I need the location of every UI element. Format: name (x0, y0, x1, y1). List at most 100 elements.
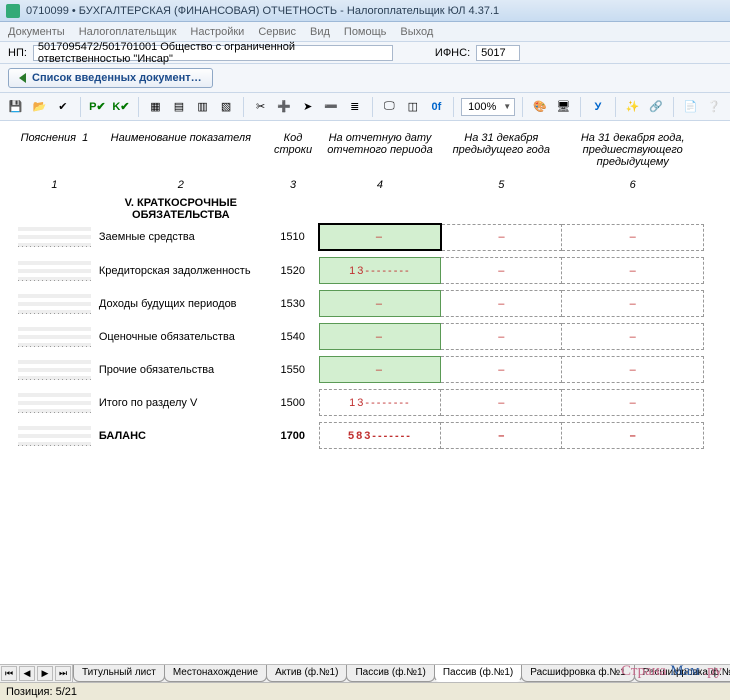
explanation-cell[interactable] (18, 426, 91, 446)
sheet-tab[interactable]: Актив (ф.№1) (266, 665, 347, 682)
table-row: Заемные средства1510––– (14, 224, 704, 250)
h-current: На отчетную дату отчетного периода (319, 130, 440, 176)
menu-exit[interactable]: Выход (400, 26, 433, 38)
plus-icon[interactable]: ➕ (274, 97, 294, 117)
u-icon[interactable]: У (588, 97, 608, 117)
h-prev: На 31 декабря предыдущего года (441, 130, 562, 176)
value-prev[interactable]: – (441, 390, 562, 416)
screen-icon[interactable]: 🖵 (380, 97, 400, 117)
value-prev[interactable]: – (441, 357, 562, 383)
value-prev[interactable]: – (441, 224, 562, 250)
indicator-name: Итого по разделу V (95, 390, 267, 416)
cut-icon[interactable]: ✂ (251, 97, 271, 117)
h-explanations: Пояснения 1 (14, 130, 95, 176)
value-current[interactable]: – (319, 357, 440, 383)
sheet-tab[interactable]: Расшифровка ф.№1 (634, 665, 730, 682)
np-field[interactable]: 5017095472/501701001 Общество с ограниче… (33, 45, 393, 61)
sheet-tab[interactable]: Титульный лист (73, 665, 165, 682)
value-prev[interactable]: – (441, 324, 562, 350)
grid3-icon[interactable]: ▥ (193, 97, 213, 117)
minus-icon[interactable]: ➖ (321, 97, 341, 117)
tab-first-button[interactable]: ⏮ (1, 666, 17, 681)
grid4-icon[interactable]: ▧ (216, 97, 236, 117)
status-value: 5/21 (56, 686, 77, 698)
sheet-tab[interactable]: Пассив (ф.№1) (434, 665, 522, 682)
explanation-cell[interactable] (18, 294, 91, 314)
row-code: 1530 (267, 291, 320, 317)
fx-icon[interactable]: 0f (427, 97, 447, 117)
value-current[interactable]: 13-------- (319, 390, 440, 416)
value-current[interactable]: 583------- (319, 423, 440, 449)
sheet-tabstrip: ⏮ ◀ ▶ ⏭ Титульный листМестонахождениеАкт… (0, 664, 730, 682)
table-row: Оценочные обязательства1540––– (14, 324, 704, 350)
p-check-icon[interactable]: P✔ (88, 97, 108, 117)
link-icon[interactable]: 🔗 (646, 97, 666, 117)
value-prevprev[interactable]: – (562, 291, 704, 317)
sheet-tab[interactable]: Расшифровка ф.№1 (521, 665, 634, 682)
value-prev[interactable]: – (441, 258, 562, 284)
toolbar: 💾 📂 ✔ P✔ K✔ ▦ ▤ ▥ ▧ ✂ ➕ ➤ ➖ ≣ 🖵 ◫ 0f 100… (0, 93, 730, 121)
sheet-tab[interactable]: Пассив (ф.№1) (346, 665, 434, 682)
menu-view[interactable]: Вид (310, 26, 330, 38)
save-icon[interactable]: 💾 (6, 97, 26, 117)
status-label: Позиция: (6, 686, 53, 698)
value-current[interactable]: – (319, 224, 440, 250)
menu-service[interactable]: Сервис (258, 26, 296, 38)
ifns-label: ИФНС: (435, 47, 470, 59)
indicator-name: Оценочные обязательства (95, 324, 267, 350)
tab-prev-button[interactable]: ◀ (19, 666, 35, 681)
value-prevprev[interactable]: – (562, 390, 704, 416)
taxpayer-info-row: НП: 5017095472/501701001 Общество с огра… (0, 42, 730, 64)
value-prevprev[interactable]: – (562, 357, 704, 383)
sheet-tab[interactable]: Местонахождение (164, 665, 267, 682)
table-row: Итого по разделу V150013--------–– (14, 390, 704, 416)
doc-icon[interactable]: 📄 (681, 97, 701, 117)
row-code: 1500 (267, 390, 320, 416)
palette-icon[interactable]: 🎨 (530, 97, 550, 117)
table-row: Прочие обязательства1550––– (14, 357, 704, 383)
menu-settings[interactable]: Настройки (190, 26, 244, 38)
table-row: БАЛАНС1700583-------–– (14, 423, 704, 449)
arrow-left-icon (19, 73, 26, 83)
explanation-cell[interactable] (18, 360, 91, 380)
tab-last-button[interactable]: ⏭ (55, 666, 71, 681)
indicator-name: Заемные средства (95, 224, 267, 250)
grid1-icon[interactable]: ▦ (146, 97, 166, 117)
value-prevprev[interactable]: – (562, 224, 704, 250)
open-icon[interactable]: 📂 (30, 97, 50, 117)
statusbar: Позиция: 5/21 (0, 682, 730, 700)
explanation-cell[interactable] (18, 227, 91, 247)
row-code: 1540 (267, 324, 320, 350)
entered-documents-button[interactable]: Список введенных документ… (8, 68, 213, 88)
indicator-name: Доходы будущих периодов (95, 291, 267, 317)
explanation-cell[interactable] (18, 327, 91, 347)
monitor-icon[interactable]: 🖥 (554, 97, 574, 117)
entered-documents-label: Список введенных документ… (32, 72, 202, 84)
document-area[interactable]: Пояснения 1 Наименование показателя Код … (0, 120, 730, 664)
value-current[interactable]: – (319, 324, 440, 350)
value-prev[interactable]: – (441, 423, 562, 449)
value-current[interactable]: – (319, 291, 440, 317)
value-prev[interactable]: – (441, 291, 562, 317)
wand-icon[interactable]: ✨ (623, 97, 643, 117)
grid2-icon[interactable]: ▤ (169, 97, 189, 117)
value-prevprev[interactable]: – (562, 324, 704, 350)
zoom-select[interactable]: 100% (461, 98, 515, 116)
help-icon[interactable]: ❔ (704, 97, 724, 117)
menu-taxpayer[interactable]: Налогоплательщик (79, 26, 177, 38)
value-prevprev[interactable]: – (562, 258, 704, 284)
refresh-icon[interactable]: ✔ (53, 97, 73, 117)
menu-documents[interactable]: Документы (8, 26, 65, 38)
header-row: Пояснения 1 Наименование показателя Код … (14, 130, 704, 176)
value-prevprev[interactable]: – (562, 423, 704, 449)
pointer-icon[interactable]: ➤ (298, 97, 318, 117)
explanation-cell[interactable] (18, 393, 91, 413)
explanation-cell[interactable] (18, 261, 91, 281)
k-check-icon[interactable]: K✔ (111, 97, 131, 117)
window-icon[interactable]: ◫ (403, 97, 423, 117)
menu-help[interactable]: Помощь (344, 26, 387, 38)
tab-next-button[interactable]: ▶ (37, 666, 53, 681)
rows-icon[interactable]: ≣ (345, 97, 365, 117)
value-current[interactable]: 13-------- (319, 258, 440, 284)
ifns-field[interactable]: 5017 (476, 45, 520, 61)
